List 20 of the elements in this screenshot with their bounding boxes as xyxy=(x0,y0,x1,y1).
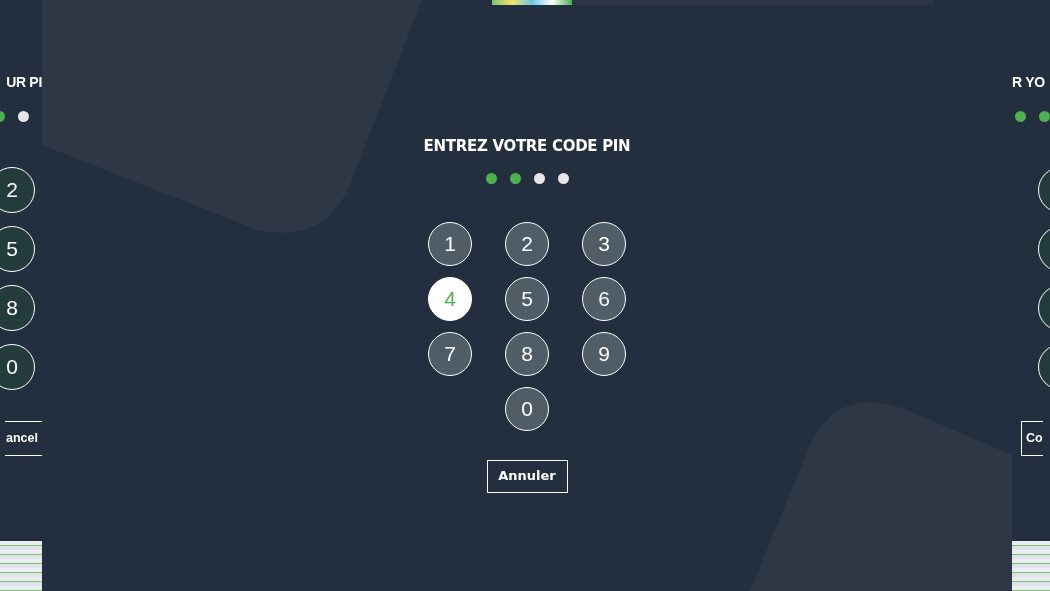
cancel-button[interactable]: Co xyxy=(1021,421,1043,456)
key-button[interactable]: 0 xyxy=(0,344,35,390)
key-button[interactable]: 2 xyxy=(0,167,35,213)
key-button[interactable]: 5 xyxy=(505,276,549,321)
pin-title: R YO xyxy=(1012,73,1045,92)
key-button[interactable]: 6 xyxy=(582,276,626,321)
pin-title: ENTREZ VOTRE CODE PIN xyxy=(423,136,631,157)
key-button[interactable]: 8 xyxy=(505,331,549,376)
key-button[interactable]: 1 xyxy=(428,221,472,266)
key-button[interactable]: 7 xyxy=(428,331,472,376)
key-button[interactable]: 8 xyxy=(0,285,35,331)
thumbnail-strip xyxy=(1012,541,1050,591)
key-button[interactable]: 2 xyxy=(505,221,549,266)
key-button[interactable]: 0 xyxy=(505,386,549,431)
key-button[interactable]: 9 xyxy=(582,331,626,376)
key-button[interactable]: 3 xyxy=(582,221,626,266)
pin-title: UR PI xyxy=(6,73,42,92)
key-button[interactable]: 5 xyxy=(0,226,35,272)
cancel-button[interactable]: Annuler xyxy=(486,459,568,493)
thumbnail-strip xyxy=(0,541,42,591)
